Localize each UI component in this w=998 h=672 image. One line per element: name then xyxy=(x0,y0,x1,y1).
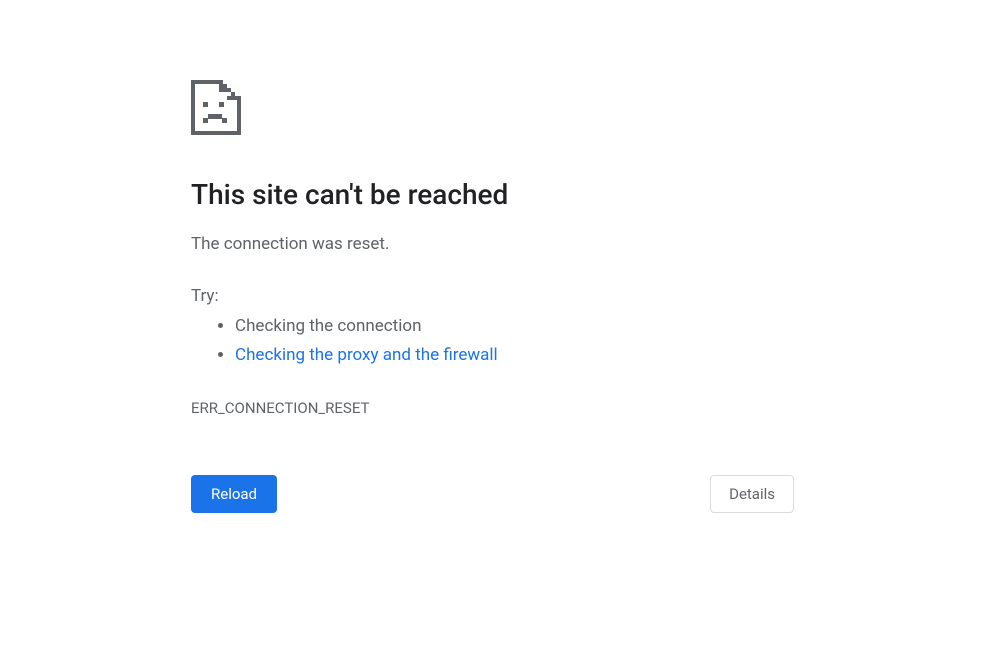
sad-file-icon xyxy=(191,80,819,139)
suggestion-item: Checking the proxy and the firewall xyxy=(235,341,819,371)
error-page-container: This site can't be reached The connectio… xyxy=(179,0,819,513)
error-code: ERR_CONNECTION_RESET xyxy=(191,399,819,417)
error-subtext: The connection was reset. xyxy=(191,231,819,257)
details-button[interactable]: Details xyxy=(710,475,794,513)
reload-button[interactable]: Reload xyxy=(191,475,277,513)
button-row: Reload Details xyxy=(191,475,819,513)
try-label: Try: xyxy=(191,286,819,306)
suggestion-item: Checking the connection xyxy=(235,312,819,342)
error-heading: This site can't be reached xyxy=(191,177,819,213)
suggestion-text: Checking the connection xyxy=(235,316,421,336)
proxy-firewall-link[interactable]: Checking the proxy and the firewall xyxy=(235,345,498,365)
suggestion-list: Checking the connection Checking the pro… xyxy=(191,312,819,372)
